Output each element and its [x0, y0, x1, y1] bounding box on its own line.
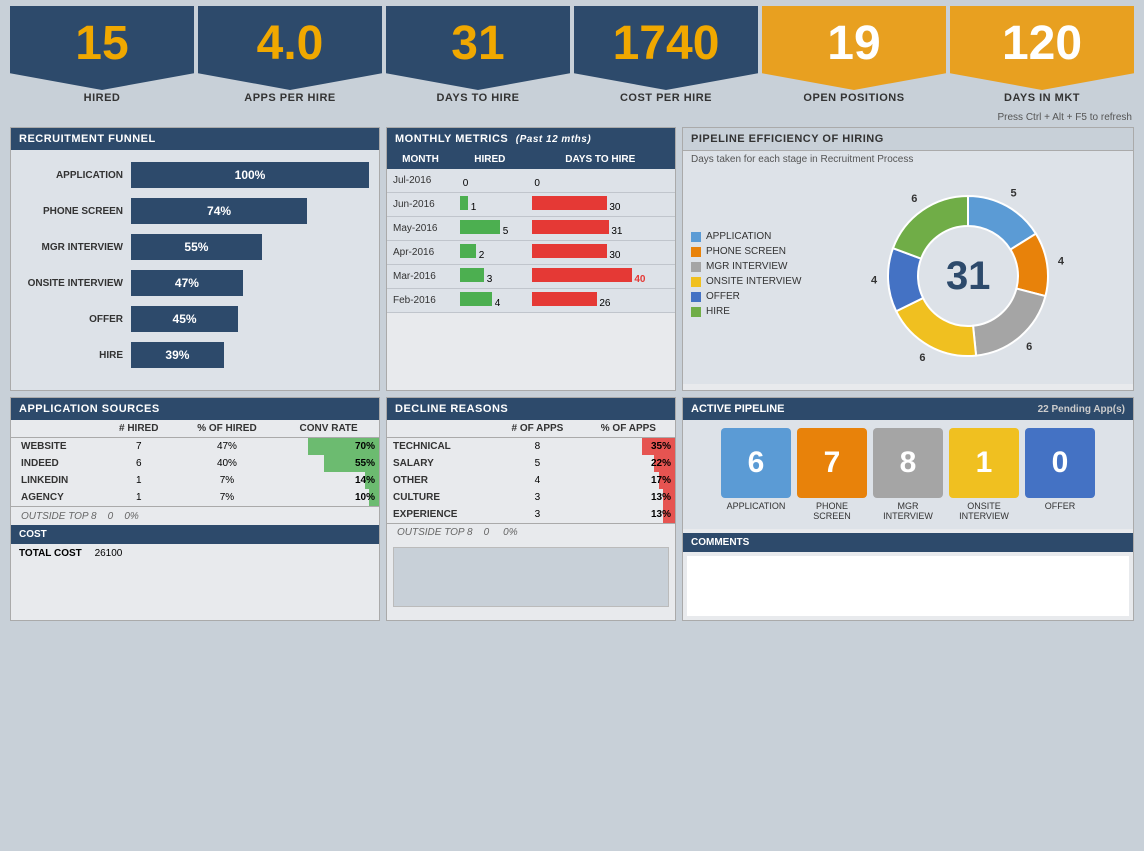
pipeline-card: 8	[873, 428, 943, 498]
monthly-row: Mar-2016 3 40	[387, 265, 675, 289]
monthly-row: May-2016 5 31	[387, 217, 675, 241]
monthly-row: Jun-2016 1 30	[387, 193, 675, 217]
decline-panel: DECLINE REASONS # OF APPS % OF APPS TECH…	[386, 397, 676, 621]
monthly-panel: MONTHLY METRICS (Past 12 mths) MONTH HIR…	[386, 127, 676, 391]
funnel-header: RECRUITMENT FUNNEL	[11, 128, 379, 150]
decline-row: TECHNICAL 8 35%	[387, 438, 675, 456]
donut-segment	[893, 196, 968, 259]
pipeline-card-wrap: 0 OFFER	[1025, 428, 1095, 521]
kpi-pennant: 19	[762, 6, 946, 90]
decline-row: SALARY 5 22%	[387, 455, 675, 472]
funnel-row: PHONE SCREEN 74%	[21, 198, 369, 224]
comments-header: COMMENTS	[683, 533, 1133, 552]
sources-header: APPLICATION SOURCES	[11, 398, 379, 420]
legend-item: APPLICATION	[691, 231, 801, 242]
source-row: INDEED 6 40% 55%	[11, 455, 379, 472]
decline-body: # OF APPS % OF APPS TECHNICAL 8 35% SALA…	[387, 420, 675, 607]
donut-segment	[896, 298, 976, 356]
sources-table: # HIRED % OF HIRED CONV RATE WEBSITE 7 4…	[11, 420, 379, 506]
pipeline-body: APPLICATION PHONE SCREEN MGR INTERVIEW ONSI…	[683, 168, 1133, 384]
svg-text:5: 5	[1011, 188, 1017, 200]
pipeline-header: PIPELINE EFFICIENCY OF HIRING	[683, 128, 1133, 151]
pipeline-subtitle: Days taken for each stage in Recruitment…	[683, 151, 1133, 168]
main-grid: RECRUITMENT FUNNEL APPLICATION 100% PHON…	[6, 127, 1138, 621]
legend-item: HIRE	[691, 306, 801, 317]
donut-segment	[973, 289, 1045, 356]
monthly-table: MONTH HIRED DAYS TO HIRE Jul-2016 0 0 Ju…	[387, 150, 675, 313]
legend-item: OFFER	[691, 291, 801, 302]
source-row: LINKEDIN 1 7% 14%	[11, 472, 379, 489]
pipeline-card: 6	[721, 428, 791, 498]
source-row: WEBSITE 7 47% 70%	[11, 438, 379, 456]
legend-item: MGR INTERVIEW	[691, 261, 801, 272]
svg-text:6: 6	[911, 193, 917, 205]
cost-header: COST	[11, 525, 379, 544]
pipeline-panel: PIPELINE EFFICIENCY OF HIRING Days taken…	[682, 127, 1134, 391]
funnel-body: APPLICATION 100% PHONE SCREEN 74% MGR IN…	[11, 150, 379, 390]
pipeline-card: 7	[797, 428, 867, 498]
pipeline-card-wrap: 7 PHONE SCREEN	[797, 428, 867, 521]
decline-row: CULTURE 3 13%	[387, 489, 675, 506]
svg-text:4: 4	[871, 275, 878, 287]
monthly-row: Feb-2016 4 26	[387, 289, 675, 313]
funnel-row: MGR INTERVIEW 55%	[21, 234, 369, 260]
kpi-pennant: 4.0	[198, 6, 382, 90]
pipeline-card: 0	[1025, 428, 1095, 498]
kpi-block: 31 DAYS TO HIRE	[386, 6, 570, 104]
kpi-block: 19 OPEN POSITIONS	[762, 6, 946, 104]
kpi-block: 15 HIRED	[10, 6, 194, 104]
kpi-pennant: 1740	[574, 6, 758, 90]
pipeline-card-wrap: 6 APPLICATION	[721, 428, 791, 521]
source-row: AGENCY 1 7% 10%	[11, 489, 379, 506]
funnel-row: ONSITE INTERVIEW 47%	[21, 270, 369, 296]
kpi-strip: 15 HIRED 4.0 APPS PER HIRE 31 DAYS TO HI…	[6, 6, 1138, 104]
decline-spacer	[393, 547, 669, 607]
pipeline-card-wrap: 8 MGR INTERVIEW	[873, 428, 943, 521]
pipeline-cards: 6 APPLICATION 7 PHONE SCREEN 8 MGR INTER…	[691, 428, 1125, 521]
monthly-row: Jul-2016 0 0	[387, 169, 675, 193]
svg-text:4: 4	[1058, 256, 1065, 268]
pipeline-card: 1	[949, 428, 1019, 498]
funnel-panel: RECRUITMENT FUNNEL APPLICATION 100% PHON…	[10, 127, 380, 391]
dashboard: 15 HIRED 4.0 APPS PER HIRE 31 DAYS TO HI…	[0, 0, 1144, 627]
comments-body	[687, 556, 1129, 616]
legend-item: PHONE SCREEN	[691, 246, 801, 257]
pipeline-cards-area: 6 APPLICATION 7 PHONE SCREEN 8 MGR INTER…	[683, 420, 1133, 529]
svg-text:6: 6	[1026, 341, 1032, 353]
donut-wrap: 5 4 6 6 4 6 31	[811, 176, 1125, 376]
active-header: ACTIVE PIPELINE 22 Pending App(s)	[683, 398, 1133, 420]
kpi-pennant: 31	[386, 6, 570, 90]
sources-outside-row: OUTSIDE TOP 8 0 0%	[11, 506, 379, 525]
refresh-hint: Press Ctrl + Alt + F5 to refresh	[6, 110, 1138, 127]
donut-center-value: 31	[946, 254, 991, 299]
svg-text:6: 6	[920, 352, 926, 364]
kpi-block: 4.0 APPS PER HIRE	[198, 6, 382, 104]
kpi-pennant: 15	[10, 6, 194, 90]
monthly-header: MONTHLY METRICS (Past 12 mths)	[387, 128, 675, 150]
funnel-row: APPLICATION 100%	[21, 162, 369, 188]
pipeline-legend: APPLICATION PHONE SCREEN MGR INTERVIEW ONSI…	[691, 231, 801, 321]
legend-item: ONSITE INTERVIEW	[691, 276, 801, 287]
decline-outside-row: OUTSIDE TOP 8 0 0%	[387, 523, 675, 541]
funnel-row: OFFER 45%	[21, 306, 369, 332]
kpi-pennant: 120	[950, 6, 1134, 90]
sources-panel: APPLICATION SOURCES # HIRED % OF HIRED C…	[10, 397, 380, 621]
pipeline-card-wrap: 1 ONSITE INTERVIEW	[949, 428, 1019, 521]
cost-row: TOTAL COST 26100	[11, 544, 379, 563]
active-panel: ACTIVE PIPELINE 22 Pending App(s) 6 APPL…	[682, 397, 1134, 621]
decline-table: # OF APPS % OF APPS TECHNICAL 8 35% SALA…	[387, 420, 675, 523]
funnel-row: HIRE 39%	[21, 342, 369, 368]
sources-body: # HIRED % OF HIRED CONV RATE WEBSITE 7 4…	[11, 420, 379, 525]
kpi-block: 1740 COST PER HIRE	[574, 6, 758, 104]
kpi-block: 120 DAYS IN MKT	[950, 6, 1134, 104]
decline-row: OTHER 4 17%	[387, 472, 675, 489]
monthly-row: Apr-2016 2 30	[387, 241, 675, 265]
decline-row: EXPERIENCE 3 13%	[387, 506, 675, 523]
decline-header: DECLINE REASONS	[387, 398, 675, 420]
